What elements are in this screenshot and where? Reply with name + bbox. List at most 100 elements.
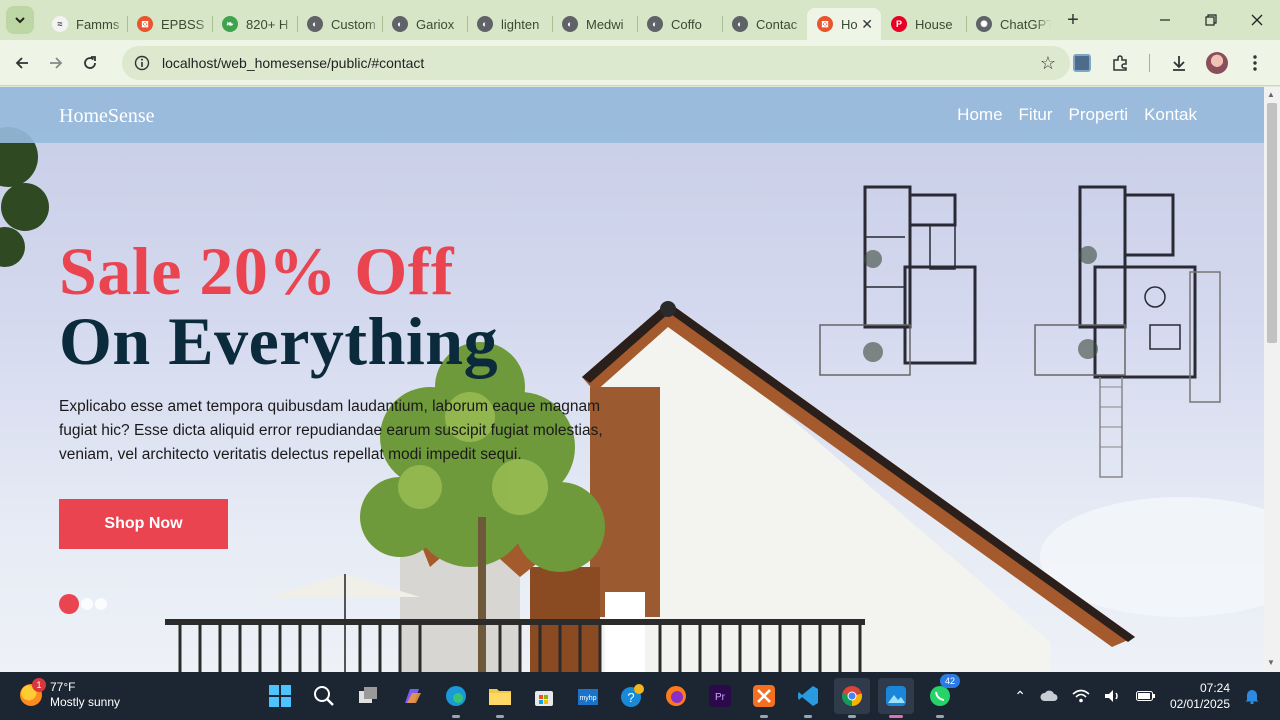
weather-widget[interactable]: 1 77°F Mostly sunny [20, 678, 120, 710]
avatar [1206, 52, 1228, 74]
sun-icon: 1 [20, 678, 46, 706]
chrome-icon [841, 686, 863, 706]
focused-indicator [889, 715, 903, 718]
browser-tab[interactable]: ◐ lighten [467, 8, 552, 40]
onedrive-icon[interactable] [1040, 689, 1058, 703]
browser-tab[interactable]: ⊠ Ho ✕ [807, 8, 881, 40]
site-logo[interactable]: HomeSense [59, 105, 155, 128]
myhp-button[interactable]: myhp [570, 678, 606, 714]
close-window-button[interactable] [1234, 0, 1280, 40]
tab-title: Custom [331, 16, 376, 32]
browser-tab[interactable]: ✺ ChatGPT [966, 8, 1051, 40]
url-text[interactable]: localhost/web_homesense/public/#contact [162, 55, 424, 71]
extension-button[interactable] [1065, 46, 1099, 80]
new-tab-button[interactable]: + [1061, 9, 1085, 32]
store-button[interactable] [526, 678, 562, 714]
browser-tab[interactable]: ≈ Famms [42, 8, 127, 40]
scroll-thumb[interactable] [1267, 103, 1277, 343]
tab-title: Famms [76, 16, 120, 32]
wifi-icon[interactable] [1072, 689, 1090, 703]
weather-text: 77°F Mostly sunny [50, 680, 120, 710]
search-icon [314, 686, 334, 706]
help-icon: ? [621, 684, 644, 707]
close-tab-icon[interactable]: ✕ [861, 16, 873, 33]
nav-link-kontak[interactable]: Kontak [1144, 105, 1197, 125]
tab-title: lighten [501, 16, 540, 32]
browser-tab[interactable]: ⊠ EPBSS [127, 8, 212, 40]
download-icon [1173, 56, 1185, 71]
nav-link-fitur[interactable]: Fitur [1019, 105, 1053, 125]
running-indicator [804, 715, 812, 718]
restore-button[interactable] [1188, 0, 1234, 40]
windows-start-icon [269, 685, 291, 707]
browser-tab[interactable]: ◐ Custom [297, 8, 382, 40]
taskbar-search-button[interactable] [306, 678, 342, 714]
extensions-button[interactable] [1103, 46, 1137, 80]
profile-button[interactable] [1200, 46, 1234, 80]
help-button[interactable]: ? [614, 678, 650, 714]
start-button[interactable] [262, 678, 298, 714]
whatsapp-button[interactable]: 42 [922, 674, 960, 718]
page-scrollbar[interactable]: ▲ ▼ [1264, 87, 1280, 672]
task-view-button[interactable] [350, 678, 386, 714]
browser-tab[interactable]: ❧ 820+ H [212, 8, 297, 40]
bookmark-star-icon[interactable]: ☆ [1040, 53, 1056, 74]
chevron-up-icon[interactable]: ⌃ [1014, 688, 1026, 705]
scroll-up-icon[interactable]: ▲ [1267, 90, 1275, 99]
site-navbar: HomeSense Home Fitur Properti Kontak [0, 87, 1264, 143]
downloads-button[interactable] [1162, 46, 1196, 80]
info-icon[interactable] [134, 55, 150, 71]
running-indicator [848, 715, 856, 718]
browser-tab[interactable]: ◐ Coffo [637, 8, 722, 40]
premiere-button[interactable]: Pr [702, 678, 738, 714]
browser-tab[interactable]: ◐ Gariox [382, 8, 467, 40]
firefox-icon [666, 686, 686, 706]
chevron-down-icon [15, 17, 25, 24]
shop-now-button[interactable]: Shop Now [59, 499, 228, 549]
file-explorer-button[interactable] [482, 678, 518, 718]
address-bar[interactable]: localhost/web_homesense/public/#contact … [122, 46, 1070, 80]
xampp-icon [753, 685, 775, 707]
reload-button[interactable] [73, 46, 107, 80]
page-viewport: HomeSense Home Fitur Properti Kontak Sal… [0, 87, 1264, 672]
volume-icon[interactable] [1104, 689, 1122, 703]
minimize-icon [1160, 19, 1170, 21]
running-indicator [936, 715, 944, 718]
xampp-button[interactable] [746, 678, 782, 718]
browser-tab[interactable]: ◐ Contac [722, 8, 807, 40]
scroll-down-icon[interactable]: ▼ [1267, 658, 1275, 667]
menu-button[interactable] [1238, 46, 1272, 80]
whatsapp-icon [930, 686, 950, 706]
favicon-icon: ≈ [52, 16, 68, 32]
reload-icon [84, 55, 96, 69]
carousel-dot-2[interactable] [81, 598, 93, 610]
edge-button[interactable] [438, 678, 474, 718]
carousel-dot-3[interactable] [95, 598, 107, 610]
photos-button[interactable] [878, 678, 914, 718]
nav-link-properti[interactable]: Properti [1069, 105, 1129, 125]
notifications-bell-icon[interactable] [1244, 688, 1260, 704]
favicon-icon: ✺ [976, 16, 992, 32]
favicon-icon: ◐ [647, 16, 663, 32]
screen: ≈ Famms ⊠ EPBSS ❧ 820+ H ◐ Custom ◐ Gariox ◐ lighte… [0, 0, 1280, 720]
hero-description: Explicabo esse amet tempora quibusdam la… [59, 398, 603, 463]
carousel-indicators [59, 594, 107, 614]
back-button[interactable] [5, 46, 39, 80]
svg-text:?: ? [627, 690, 634, 705]
weather-badge: 1 [32, 678, 46, 692]
firefox-button[interactable] [658, 678, 694, 714]
carousel-dot-1[interactable] [59, 594, 79, 614]
tab-search-button[interactable] [6, 6, 34, 34]
minimize-button[interactable] [1142, 0, 1188, 40]
forward-button[interactable] [39, 46, 73, 80]
arrow-left-icon [15, 56, 28, 69]
clock[interactable]: 07:24 02/01/2025 [1170, 680, 1230, 712]
browser-tab[interactable]: P House [881, 8, 966, 40]
chrome-button[interactable] [834, 678, 870, 718]
battery-icon[interactable] [1135, 690, 1156, 702]
vscode-button[interactable] [790, 678, 826, 718]
nav-link-home[interactable]: Home [957, 105, 1002, 125]
favicon-icon: ◐ [392, 16, 408, 32]
browser-tab[interactable]: ◐ Medwi [552, 8, 637, 40]
copilot-button[interactable] [394, 678, 430, 714]
